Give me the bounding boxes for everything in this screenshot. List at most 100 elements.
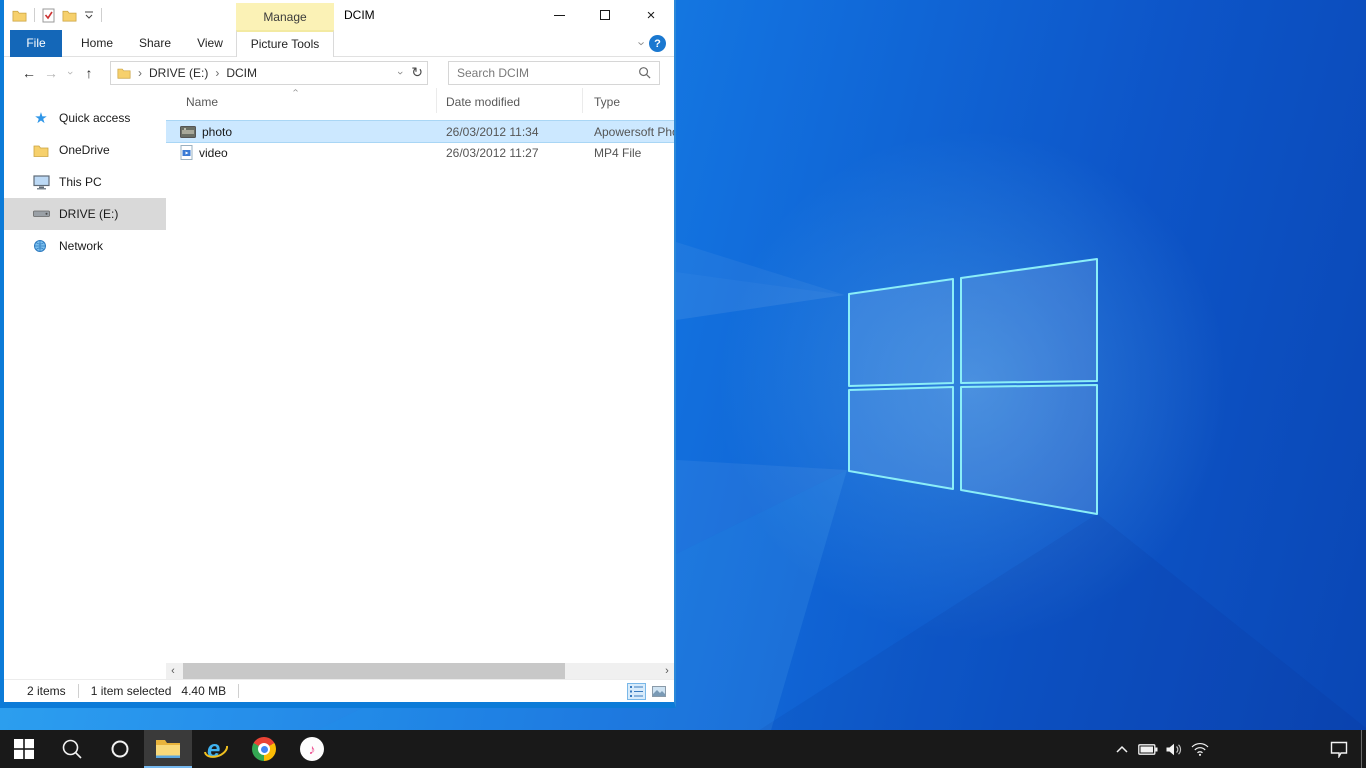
file-rows: photo 26/03/2012 11:34 Apowersoft Pho vi…: [166, 113, 674, 163]
internet-explorer-icon: e: [203, 736, 229, 762]
address-bar[interactable]: › DRIVE (E:) › DCIM › ↻: [110, 61, 428, 85]
file-name: photo: [202, 125, 232, 139]
new-folder-icon[interactable]: [62, 9, 77, 22]
battery-tray-button[interactable]: [1135, 730, 1161, 768]
breadcrumb-separator-icon: ›: [215, 66, 219, 80]
mp4-file-icon: [180, 145, 193, 160]
customize-qat-chevron-icon[interactable]: [84, 10, 94, 20]
sidebar-item-this-pc[interactable]: This PC: [4, 166, 166, 198]
refresh-icon[interactable]: ↻: [411, 64, 423, 81]
address-folder-icon: [117, 67, 131, 79]
volume-tray-button[interactable]: [1161, 730, 1187, 768]
taskbar-itunes-button[interactable]: ♪: [288, 730, 336, 768]
sidebar-item-onedrive[interactable]: OneDrive: [4, 134, 166, 166]
manage-label: Manage: [263, 10, 306, 24]
expand-ribbon-chevron-icon[interactable]: ›: [634, 41, 649, 45]
tab-picture-tools[interactable]: Picture Tools: [236, 30, 334, 57]
sidebar-item-drive-e[interactable]: DRIVE (E:): [4, 198, 166, 230]
search-box[interactable]: [448, 61, 660, 85]
qat-separator: [34, 8, 35, 22]
column-headers: › Name Date modified Type: [166, 88, 674, 113]
explorer-folder-icon: [12, 9, 27, 22]
start-button[interactable]: [0, 730, 48, 768]
column-header-type[interactable]: Type: [583, 88, 674, 113]
minimize-icon: [554, 15, 565, 16]
tab-share[interactable]: Share: [128, 30, 182, 57]
taskbar-internet-explorer-button[interactable]: e: [192, 730, 240, 768]
properties-icon[interactable]: [42, 8, 55, 23]
forward-button[interactable]: →: [40, 65, 62, 81]
up-button[interactable]: ↑: [78, 65, 100, 81]
taskbar-chrome-button[interactable]: [240, 730, 288, 768]
address-dropdown-chevron-icon[interactable]: ›: [398, 67, 402, 79]
wifi-icon: [1191, 742, 1209, 756]
sidebar-item-quick-access[interactable]: ★ Quick access: [4, 102, 166, 134]
taskbar: e ♪: [0, 730, 1366, 768]
chrome-icon: [252, 737, 276, 761]
search-icon[interactable]: [638, 66, 651, 79]
speaker-icon: [1166, 743, 1183, 756]
show-desktop-button[interactable]: [1361, 730, 1366, 768]
recent-locations-chevron-icon[interactable]: ›: [62, 67, 78, 79]
minimize-button[interactable]: [536, 0, 582, 30]
taskbar-search-button[interactable]: [48, 730, 96, 768]
status-separator: [238, 684, 239, 698]
show-hidden-icons-button[interactable]: [1109, 730, 1135, 768]
quick-access-star-icon: ★: [32, 109, 50, 127]
windows-start-icon: [14, 739, 34, 759]
action-center-button[interactable]: [1317, 730, 1361, 768]
horizontal-scrollbar[interactable]: ‹ ›: [166, 663, 674, 679]
maximize-button[interactable]: [582, 0, 628, 30]
tab-view[interactable]: View: [186, 30, 234, 57]
table-row-photo[interactable]: photo 26/03/2012 11:34 Apowersoft Pho: [166, 121, 674, 142]
file-name: video: [199, 146, 228, 160]
scroll-left-arrow-icon[interactable]: ‹: [166, 663, 180, 679]
help-icon[interactable]: ?: [649, 35, 666, 52]
column-header-name[interactable]: Name: [166, 88, 437, 113]
photo-thumbnail-icon: [180, 126, 196, 138]
column-header-date-modified[interactable]: Date modified: [437, 88, 583, 113]
window-title: DCIM: [344, 0, 375, 30]
wifi-tray-button[interactable]: [1187, 730, 1213, 768]
cortana-button[interactable]: [96, 730, 144, 768]
breadcrumb-dcim[interactable]: DCIM: [226, 66, 257, 80]
window-controls: ×: [536, 0, 674, 30]
sidebar-item-label: Network: [59, 239, 103, 253]
sidebar-item-label: This PC: [59, 175, 102, 189]
quick-access-toolbar: [12, 0, 102, 30]
large-icons-view-button[interactable]: [649, 683, 668, 700]
close-icon: ×: [647, 7, 656, 24]
sidebar-item-network[interactable]: Network: [4, 230, 166, 262]
close-button[interactable]: ×: [628, 0, 674, 30]
contextual-tab-group-manage[interactable]: Manage: [236, 3, 334, 30]
network-globe-icon: [32, 237, 50, 255]
tab-home[interactable]: Home: [70, 30, 124, 57]
sidebar-item-label: OneDrive: [59, 143, 110, 157]
file-date: 26/03/2012 11:34: [437, 125, 583, 139]
search-input[interactable]: [457, 66, 638, 80]
file-type: Apowersoft Pho: [583, 125, 674, 139]
details-view-button[interactable]: [627, 683, 646, 700]
address-toolbar: ← → › ↑ › DRIVE (E:) › DCIM › ↻: [4, 57, 674, 88]
titlebar[interactable]: Manage DCIM ×: [4, 0, 674, 30]
taskbar-file-explorer-button[interactable]: [144, 730, 192, 768]
status-bar: 2 items 1 item selected 4.40 MB: [4, 679, 674, 702]
file-date: 26/03/2012 11:27: [437, 146, 583, 160]
back-button[interactable]: ←: [18, 65, 40, 81]
table-row-video[interactable]: video 26/03/2012 11:27 MP4 File: [166, 142, 674, 163]
battery-icon: [1138, 744, 1158, 755]
tab-file[interactable]: File: [10, 30, 62, 57]
desktop: Manage DCIM × File Home Share View Pictu…: [0, 0, 1366, 768]
file-explorer-window: Manage DCIM × File Home Share View Pictu…: [0, 0, 676, 708]
action-center-icon: [1330, 741, 1348, 758]
onedrive-folder-icon: [32, 141, 50, 159]
large-icons-view-icon: [652, 686, 666, 697]
navigation-pane: ★ Quick access OneDrive This PC DRIVE (E…: [4, 88, 166, 679]
cortana-ring-icon: [110, 739, 130, 759]
search-icon: [61, 738, 83, 760]
scroll-right-arrow-icon[interactable]: ›: [660, 663, 674, 679]
sidebar-item-label: DRIVE (E:): [59, 207, 118, 221]
breadcrumb-drive[interactable]: DRIVE (E:): [149, 66, 208, 80]
scrollbar-thumb[interactable]: [183, 663, 565, 679]
file-type: MP4 File: [583, 146, 674, 160]
